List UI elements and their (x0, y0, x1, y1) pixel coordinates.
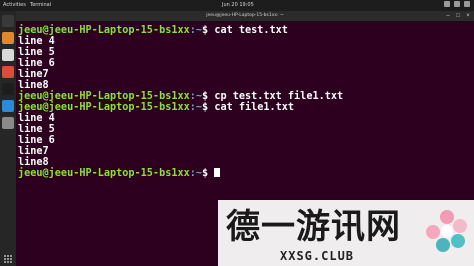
watermark: 德一游讯网 XXSG.CLUB (218, 200, 474, 266)
prompt-path: :~ (189, 25, 203, 36)
output-line: line8 (18, 80, 49, 91)
output-line: line8 (18, 157, 49, 168)
output-line: line7 (18, 146, 49, 157)
prompt-user: jeeu@jeeu-HP-Laptop-15-bs1xx (18, 168, 190, 179)
output-line: line 4 (18, 113, 55, 124)
prompt-path: :~ (189, 91, 203, 102)
output-line: line 4 (18, 36, 55, 47)
maximize-button[interactable]: □ (455, 13, 461, 19)
prompt-symbol: $ (202, 102, 215, 113)
output-line: line 6 (18, 58, 55, 69)
system-tray[interactable] (444, 1, 470, 7)
terminal-output[interactable]: jeeu@jeeu-HP-Laptop-15-bs1xx:~$ cat test… (18, 25, 468, 179)
output-line: line 6 (18, 135, 55, 146)
prompt-path: :~ (189, 168, 203, 179)
prompt-line: jeeu@jeeu-HP-Laptop-15-bs1xx:~$ cat file… (18, 102, 468, 113)
prompt-user: jeeu@jeeu-HP-Laptop-15-bs1xx (18, 91, 190, 102)
activities-button[interactable]: Activities (3, 2, 26, 8)
prompt-line: jeeu@jeeu-HP-Laptop-15-bs1xx:~$ cat test… (18, 25, 468, 36)
prompt-symbol: $ (202, 168, 215, 179)
prompt-path: :~ (189, 102, 203, 113)
command-text: cp test.txt file1.txt (214, 91, 344, 102)
terminal-app-icon[interactable] (2, 15, 14, 27)
files-app-icon[interactable] (2, 32, 14, 44)
pycharm-app-icon[interactable] (2, 83, 14, 95)
prompt-symbol: $ (202, 91, 215, 102)
output-line: line7 (18, 69, 49, 80)
prompt-user: jeeu@jeeu-HP-Laptop-15-bs1xx (18, 25, 190, 36)
power-icon (464, 1, 470, 7)
output-line: line 5 (18, 124, 55, 135)
watermark-logo-icon (426, 210, 467, 252)
output-line: line 5 (18, 47, 55, 58)
watermark-text: 德一游讯网 (226, 207, 401, 247)
command-text: cat test.txt (214, 25, 288, 36)
text-cursor (214, 168, 221, 177)
watermark-url: XXSG.CLUB (280, 249, 355, 263)
prompt-line: jeeu@jeeu-HP-Laptop-15-bs1xx:~$ (18, 168, 468, 179)
text-editor-app-icon[interactable] (2, 49, 14, 61)
dock (0, 11, 16, 266)
close-button[interactable]: × (465, 13, 471, 19)
network-icon (444, 1, 450, 7)
command-text: cat file1.txt (214, 102, 295, 113)
settings-app-icon[interactable] (2, 117, 14, 129)
vscode-app-icon[interactable] (2, 100, 14, 112)
terminal-header-bar[interactable]: jeeu@jeeu-HP-Laptop-15-bs1xx: ~ – □ × (16, 11, 474, 22)
minimize-button[interactable]: – (445, 13, 451, 19)
volume-icon (454, 1, 460, 7)
prompt-user: jeeu@jeeu-HP-Laptop-15-bs1xx (18, 102, 190, 113)
prompt-line: jeeu@jeeu-HP-Laptop-15-bs1xx:~$ cp test.… (18, 91, 468, 102)
app-menu-button[interactable]: Terminal (30, 2, 51, 8)
clock-button[interactable]: Jun 20 19:05 (222, 2, 254, 8)
top-bar: Activities Terminal Jun 20 19:05 (0, 0, 474, 11)
chrome-app-icon[interactable] (2, 66, 14, 78)
show-applications-icon[interactable] (4, 255, 12, 263)
prompt-symbol: $ (202, 25, 215, 36)
window-title: jeeu@jeeu-HP-Laptop-15-bs1xx: ~ (206, 13, 284, 18)
